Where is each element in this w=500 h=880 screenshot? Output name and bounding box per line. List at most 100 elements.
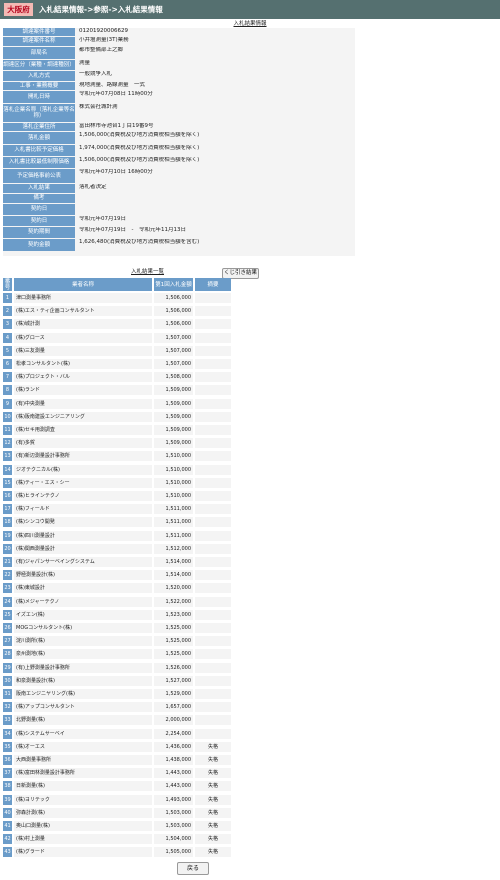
bidder-name: (株)グロース [14, 332, 152, 343]
row-number: 15 [3, 477, 12, 488]
bidder-name: (有)ジャパンサーベイングシステム [14, 557, 152, 567]
table-row: 3 (株)城計測 1,506,000 [3, 319, 231, 330]
info-value [77, 194, 353, 203]
bidder-name: (株)オーエス [14, 741, 152, 752]
bidder-name: 阪南エンジニヤリング(株) [14, 689, 152, 699]
row-number: 18 [3, 517, 12, 528]
bid-info-table: 調達案件番号 01201920006629 調達案件名称 小井壇測量(3T)業務 部局名… [3, 28, 355, 256]
bid-amount: 1,509,000 [154, 425, 193, 435]
info-label: 備考 [3, 194, 75, 203]
info-value [77, 204, 353, 215]
row-number: 42 [3, 834, 12, 845]
table-row: 34 (株)システムサーベイ 2,254,000 [3, 728, 231, 739]
bid-note [195, 636, 231, 647]
info-row: 部局名 都市整備部上之郷 [3, 47, 355, 59]
bid-note [195, 398, 231, 409]
bidder-name: (株)ヒラインテクノ [14, 491, 152, 501]
info-label: 予定価格事前公表 [3, 169, 75, 183]
info-caption: 入札結果情報 [233, 21, 267, 27]
info-label: 調達区分（業種・調達種別） [3, 60, 75, 70]
row-number: 16 [3, 491, 12, 501]
table-row: 23 (株)東城設計 1,520,000 [3, 583, 231, 594]
info-value: 令和元年07月19日 [79, 216, 126, 222]
bidder-name: (株)城計測 [14, 319, 152, 330]
bidder-name: (株)四川測量設計 [14, 530, 152, 541]
bid-results-table: 番号 業者名称 第1回入札金額 摘要 1 津口測量事務所 1,506,000 2 (株)… [3, 278, 231, 861]
bidder-name: 松孝コンサルタント(株) [14, 359, 152, 369]
bidder-name: (株)三友測量 [14, 345, 152, 356]
bid-amount: 1,657,000 [154, 702, 193, 713]
info-label: 契約日 [3, 204, 75, 215]
info-value: 測量 [79, 60, 91, 66]
row-number: 37 [3, 768, 12, 779]
bidder-name: 奥山口測量(株) [14, 821, 152, 831]
info-value: 令和元年07月10日 16時00分 [79, 169, 153, 175]
bid-note [195, 649, 231, 660]
bidder-name: 野極測量設計(株) [14, 570, 152, 581]
row-number: 38 [3, 781, 12, 792]
info-row: 入札結果 落札者決定 [3, 184, 355, 193]
info-row: 入札方式 一般競争入札 [3, 71, 355, 81]
bid-note [195, 530, 231, 541]
bid-note [195, 451, 231, 462]
info-value: 現地測量、路線測量 一式 [79, 82, 146, 88]
bid-amount: 1,525,000 [154, 636, 193, 647]
bid-note [195, 332, 231, 343]
row-number: 33 [3, 715, 12, 726]
bid-amount: 1,520,000 [154, 583, 193, 594]
bid-note [195, 543, 231, 554]
bid-amount: 1,505,000 [154, 847, 193, 858]
row-number: 17 [3, 504, 12, 515]
bid-note [195, 609, 231, 620]
bidder-name: (株)関西測量設計 [14, 543, 152, 554]
bid-amount: 1,529,000 [154, 689, 193, 699]
bid-note [195, 345, 231, 356]
table-row: 15 (株)ティー・エス・シー 1,510,000 [3, 477, 231, 488]
bid-note [195, 385, 231, 396]
bid-note [195, 464, 231, 475]
row-number: 31 [3, 689, 12, 699]
prefecture-logo: 大阪府 [4, 3, 33, 16]
table-row: 35 (株)オーエス 1,436,000 失格 [3, 741, 231, 752]
bidder-name: (株)プロジェクト・バル [14, 372, 152, 383]
table-row: 42 (株)村上測量 1,504,000 失格 [3, 834, 231, 845]
row-number: 2 [3, 306, 12, 317]
row-number: 39 [3, 794, 12, 805]
info-row: 契約日 [3, 204, 355, 215]
row-number: 1 [3, 293, 12, 303]
info-label: 工事・業務概要 [3, 82, 75, 90]
info-value: 株式会社城計測 [79, 104, 118, 110]
table-row: 30 和泉測量設計(株) 1,527,000 [3, 675, 231, 686]
bidder-name: (株)メジャーテクノ [14, 596, 152, 607]
row-number: 41 [3, 821, 12, 831]
bidder-name: (株)ティー・エス・シー [14, 477, 152, 488]
breadcrumb: 入札結果情報->参照->入札結果情報 [39, 5, 163, 14]
bid-note: 失格 [195, 834, 231, 845]
bidder-name: 和泉測量設計(株) [14, 675, 152, 686]
table-row: 1 津口測量事務所 1,506,000 [3, 293, 231, 303]
bidder-name: ジオテクニカル(株) [14, 464, 152, 475]
table-row: 33 北野測量(株) 2,000,000 [3, 715, 231, 726]
bid-amount: 1,512,000 [154, 543, 193, 554]
info-value: 1,506,000(消費税及び地方消費税相当額を除く) [79, 132, 200, 138]
row-number: 11 [3, 425, 12, 435]
bid-note [195, 477, 231, 488]
info-label: 入札書比較予定価格 [3, 145, 75, 156]
info-label: 契約金額 [3, 239, 75, 251]
row-number: 27 [3, 636, 12, 647]
info-label: 契約日 [3, 216, 75, 226]
info-row: 契約期間 令和元年07月19日 - 令和元年11月13日 [3, 227, 355, 238]
bid-amount: 1,503,000 [154, 821, 193, 831]
row-number: 4 [3, 332, 12, 343]
back-button[interactable]: 戻る [177, 862, 209, 875]
bid-note [195, 689, 231, 699]
bid-amount: 1,507,000 [154, 332, 193, 343]
bidder-name: 津口測量事務所 [14, 293, 152, 303]
info-label: 入札結果 [3, 184, 75, 193]
bid-amount: 1,507,000 [154, 345, 193, 356]
row-number: 7 [3, 372, 12, 383]
bidder-name: 日新測量(株) [14, 781, 152, 792]
bidder-name: (株)グラード [14, 847, 152, 858]
table-row: 32 (株)アップコンサルタント 1,657,000 [3, 702, 231, 713]
title-bar: 大阪府 入札結果情報->参照->入札結果情報 [0, 0, 500, 19]
